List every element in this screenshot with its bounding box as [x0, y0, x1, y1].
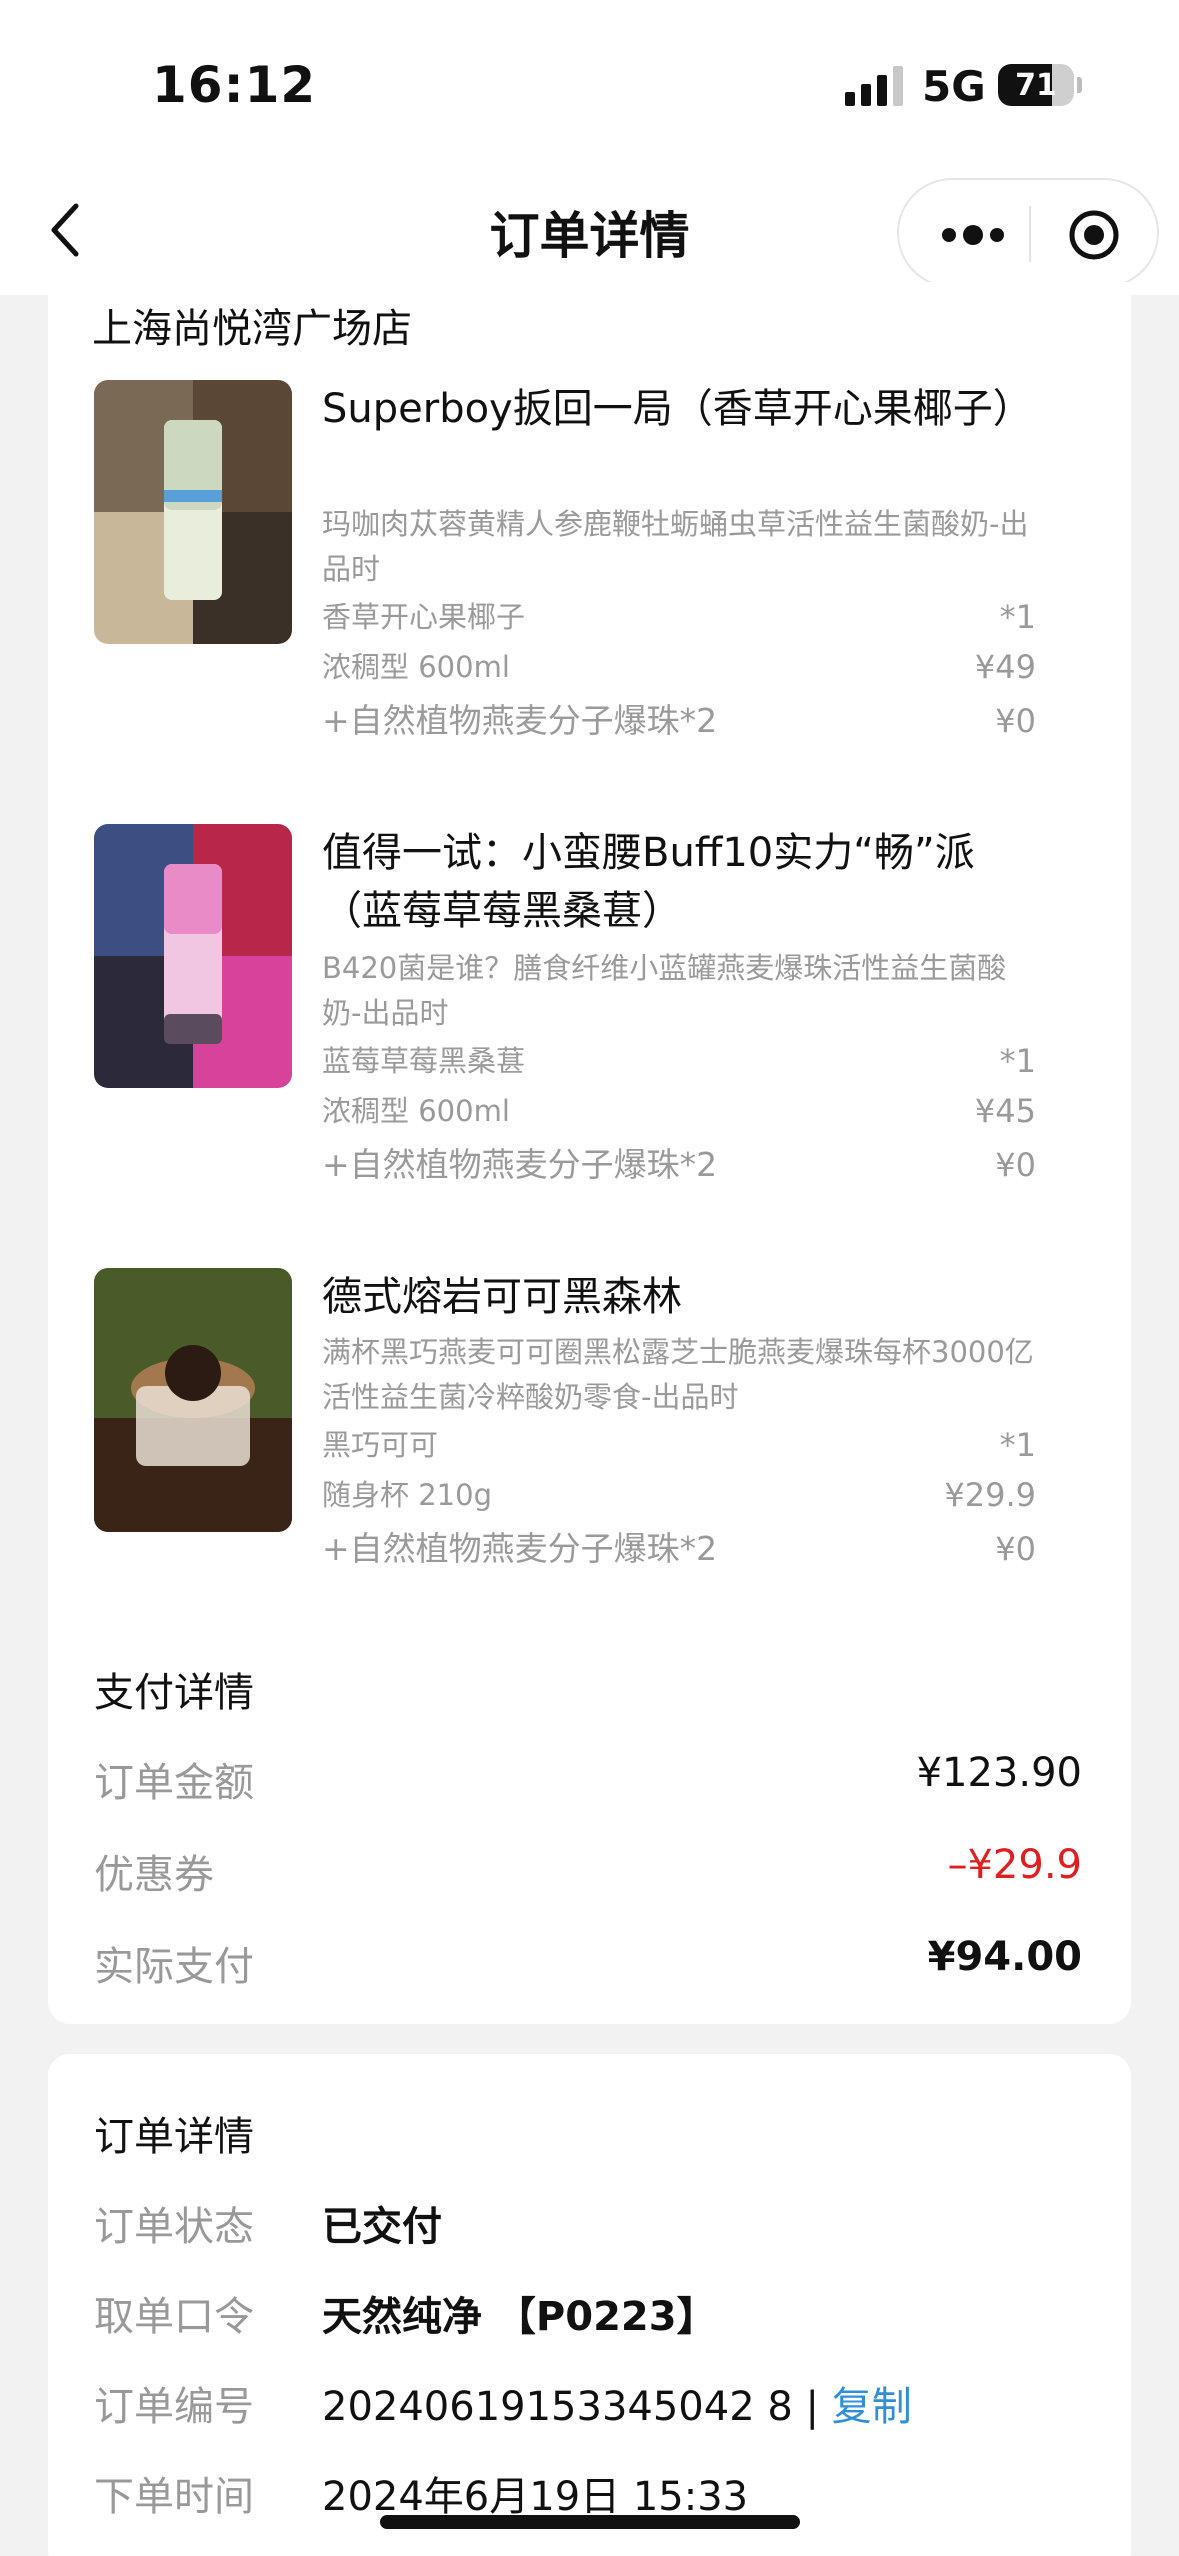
capsule-divider — [1029, 206, 1031, 262]
product-desc: B420菌是谁？膳食纤维小蓝罐燕麦爆珠活性益生菌酸奶-出品时 — [322, 951, 1007, 1030]
nav-bar: 订单详情 — [0, 170, 1179, 295]
order-amount-label: 订单金额 — [94, 1760, 254, 1806]
product-addon: +自然植物燕麦分子爆珠*2 — [322, 701, 718, 740]
product-desc: 满杯黑巧燕麦可可圈黑松露芝士脆燕麦爆珠每杯3000亿活性益生菌冷粹酸奶零食-出品… — [322, 1335, 1034, 1414]
order-status-row: 订单状态 已交付 — [94, 2194, 1082, 2254]
product-flavor: 黑巧可可 — [322, 1428, 439, 1462]
product-flavor: 蓝莓草莓黑桑葚 — [322, 1044, 526, 1078]
signal-icon — [845, 64, 905, 106]
product-size: 浓稠型 600ml — [322, 1094, 510, 1128]
store-name: 上海尚悦湾广场店 — [92, 306, 412, 352]
status-time: 16:12 — [152, 56, 317, 114]
coupon-row: 优惠券 –¥29.9 — [94, 1842, 1082, 1902]
product-image — [94, 824, 292, 1088]
order-status-label: 订单状态 — [94, 2204, 254, 2250]
pickup-code-label: 取单口令 — [94, 2294, 254, 2340]
coupon-value: –¥29.9 — [947, 1842, 1082, 1888]
home-indicator — [380, 2515, 800, 2529]
product-addon: +自然植物燕麦分子爆珠*2 — [322, 1529, 718, 1568]
product-addon-price: ¥0 — [995, 1530, 1036, 1568]
coupon-label: 优惠券 — [94, 1852, 214, 1898]
product-item[interactable]: 德式熔岩可可黑森林 满杯黑巧燕麦可可圈黑松露芝士脆燕麦爆珠每杯3000亿活性益生… — [94, 1268, 1054, 1588]
pickup-code-value: 天然纯净 【P0223】 — [322, 2294, 717, 2340]
order-status-value: 已交付 — [322, 2204, 442, 2250]
product-name: Superboy扳回一局（香草开心果椰子） — [322, 386, 1033, 432]
product-item[interactable]: 值得一试：小蛮腰Buff10实力“畅”派（蓝莓草莓黑桑葚） B420菌是谁？膳食… — [94, 824, 1054, 1194]
product-item[interactable]: Superboy扳回一局（香草开心果椰子） 玛咖肉苁蓉黄精人参鹿鞭牡蛎蛹虫草活性… — [94, 380, 1054, 750]
product-price: ¥29.9 — [944, 1476, 1036, 1514]
product-desc: 玛咖肉苁蓉黄精人参鹿鞭牡蛎蛹虫草活性益生菌酸奶-出品时 — [322, 507, 1029, 586]
payment-section-title: 支付详情 — [94, 1670, 254, 1716]
pickup-code-row: 取单口令 天然纯净 【P0223】 — [94, 2284, 1082, 2344]
order-time-label: 下单时间 — [94, 2474, 254, 2520]
product-addon-price: ¥0 — [995, 702, 1036, 740]
copy-button[interactable]: 复制 — [832, 2384, 912, 2430]
product-name: 值得一试：小蛮腰Buff10实力“畅”派（蓝莓草莓黑桑葚） — [322, 830, 975, 934]
more-dots-icon[interactable] — [935, 210, 1015, 260]
product-flavor: 香草开心果椰子 — [322, 600, 526, 634]
order-info-title: 订单详情 — [94, 2114, 254, 2160]
order-number-row: 订单编号 20240619153345042 8 | 复制 — [94, 2374, 1082, 2434]
mini-program-capsule — [897, 178, 1159, 288]
product-size: 浓稠型 600ml — [322, 650, 510, 684]
order-time-value: 2024年6月19日 15:33 — [322, 2474, 749, 2520]
network-type: 5G — [922, 62, 986, 111]
product-image — [94, 380, 292, 644]
product-qty: *1 — [999, 598, 1036, 636]
product-image — [94, 1268, 292, 1532]
product-price: ¥45 — [974, 1092, 1036, 1130]
battery-percent: 71 — [1015, 68, 1057, 103]
status-bar: 16:12 5G 71 — [0, 0, 1179, 170]
product-name: 德式熔岩可可黑森林 — [322, 1274, 682, 1320]
battery-icon: 71 — [998, 64, 1074, 106]
order-amount-row: 订单金额 ¥123.90 — [94, 1750, 1082, 1810]
paid-label: 实际支付 — [94, 1944, 254, 1990]
paid-value: ¥94.00 — [927, 1934, 1082, 1980]
product-qty: *1 — [999, 1042, 1036, 1080]
product-qty: *1 — [999, 1426, 1036, 1464]
target-icon[interactable] — [1067, 208, 1121, 262]
product-addon-price: ¥0 — [995, 1146, 1036, 1184]
order-number-text: 20240619153345042 8 — [322, 2384, 793, 2430]
battery-tip — [1077, 77, 1082, 93]
product-addon: +自然植物燕麦分子爆珠*2 — [322, 1145, 718, 1184]
order-amount-value: ¥123.90 — [916, 1750, 1082, 1796]
product-price: ¥49 — [974, 648, 1036, 686]
order-number-value: 20240619153345042 8 | 复制 — [322, 2384, 912, 2430]
paid-row: 实际支付 ¥94.00 — [94, 1934, 1082, 1994]
order-number-label: 订单编号 — [94, 2384, 254, 2430]
product-size: 随身杯 210g — [322, 1478, 492, 1512]
